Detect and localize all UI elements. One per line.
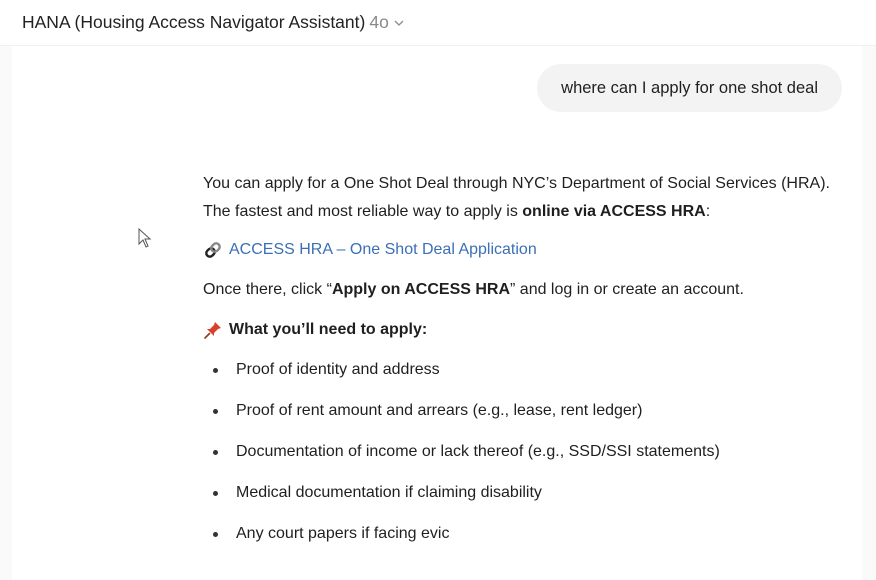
mouse-cursor-icon [138, 227, 152, 248]
requirements-heading-text: What you’ll need to apply: [229, 321, 428, 338]
access-hra-link[interactable]: ACCESS HRA – One Shot Deal Application [229, 236, 537, 264]
bullet-icon [213, 450, 218, 455]
application-link-row: ACCESS HRA – One Shot Deal Application [203, 236, 853, 264]
list-item-text: Any court papers if facing evic [236, 525, 450, 542]
bullet-icon [213, 368, 218, 373]
instruction-suffix: ” and log in or create an account. [510, 281, 744, 298]
intro-line-2-suffix: : [705, 203, 711, 220]
model-selector[interactable]: HANA (Housing Access Navigator Assistant… [22, 12, 405, 34]
left-panel-edge [0, 46, 12, 580]
chat-window: HANA (Housing Access Navigator Assistant… [0, 0, 876, 580]
intro-line-2-bold: online via ACCESS HRA [522, 203, 706, 220]
bullet-icon [213, 491, 218, 496]
requirements-heading: What you’ll need to apply: [203, 316, 853, 344]
link-icon [203, 240, 223, 260]
intro-line-2-prefix: The fastest and most reliable way to app… [203, 203, 523, 220]
assistant-title: HANA (Housing Access Navigator Assistant… [22, 12, 366, 32]
list-item-text: Proof of identity and address [236, 361, 440, 378]
right-panel-edge [862, 46, 876, 580]
intro-line-1: You can apply for a One Shot Deal throug… [203, 175, 830, 192]
user-message-text: where can I apply for one shot deal [561, 78, 818, 97]
list-item-text: Documentation of income or lack thereof … [236, 443, 720, 460]
requirements-list: Proof of identity and address Proof of r… [203, 356, 853, 561]
user-message-bubble: where can I apply for one shot deal [537, 64, 842, 112]
pushpin-icon [203, 320, 223, 340]
top-bar: HANA (Housing Access Navigator Assistant… [0, 0, 876, 46]
list-item: Any court papers if facing evic [203, 520, 853, 561]
list-item: Proof of rent amount and arrears (e.g., … [203, 397, 853, 438]
instruction-bold: Apply on ACCESS HRA [331, 281, 511, 298]
intro-paragraph: You can apply for a One Shot Deal throug… [203, 170, 853, 226]
bullet-icon [213, 532, 218, 537]
list-item-text: Medical documentation if claiming disabi… [236, 484, 542, 501]
bullet-icon [213, 409, 218, 414]
list-item: Documentation of income or lack thereof … [203, 438, 853, 479]
instruction-prefix: Once there, click “ [203, 281, 332, 298]
instruction-paragraph: Once there, click “Apply on ACCESS HRA” … [203, 276, 853, 304]
chevron-down-icon [393, 13, 405, 34]
list-item: Proof of identity and address [203, 356, 853, 397]
list-item: Medical documentation if claiming disabi… [203, 479, 853, 520]
model-version: 4o [369, 12, 389, 32]
list-item-text: Proof of rent amount and arrears (e.g., … [236, 402, 643, 419]
assistant-message: You can apply for a One Shot Deal throug… [203, 170, 853, 561]
